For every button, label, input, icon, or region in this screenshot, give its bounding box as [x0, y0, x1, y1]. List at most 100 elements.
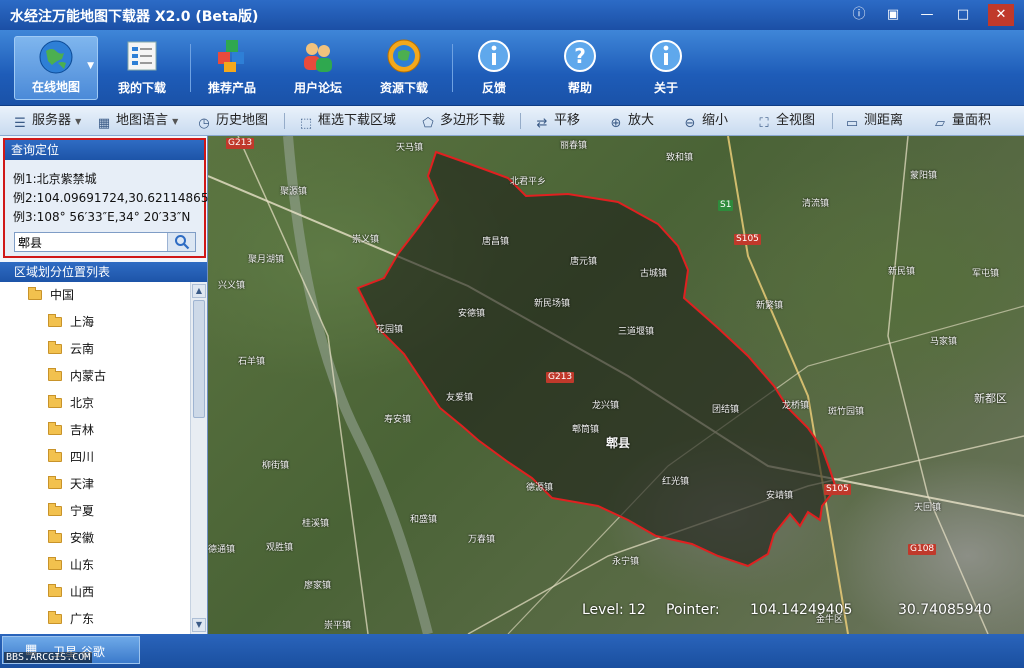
- scroll-thumb[interactable]: [193, 300, 205, 418]
- map-label: 龙桥镇: [782, 401, 810, 411]
- folder-icon: [48, 503, 62, 516]
- globe-icon: [36, 39, 76, 75]
- server-label: 服务器: [32, 113, 72, 128]
- map-label: 清流镇: [802, 199, 830, 209]
- query-example-1: 例1:北京紫禁城: [13, 172, 97, 186]
- online-map-label: 在线地图: [31, 80, 80, 94]
- folder-icon: [48, 422, 62, 435]
- minimize-button[interactable]: —: [914, 4, 940, 26]
- resource-download-label: 资源下载: [379, 81, 428, 95]
- tree-item[interactable]: 山东: [0, 552, 190, 579]
- download-list-icon: [122, 38, 162, 74]
- tree-item-label: 山西: [70, 585, 95, 599]
- level-label: Level:: [582, 602, 624, 618]
- recommended-products-button[interactable]: 推荐产品: [190, 36, 274, 100]
- map-view[interactable]: 天马镇 丽春镇 致和镇 北君平乡 聚源镇 崇义镇 唐昌镇 唐元镇 清流镇 蒙阳镇…: [208, 136, 1024, 634]
- about-label: 关于: [653, 81, 678, 95]
- search-icon: [174, 235, 189, 250]
- search-button[interactable]: [167, 233, 195, 251]
- server-dropdown[interactable]: ☰ 服务器 ▼: [12, 110, 81, 132]
- level-value: 12: [628, 602, 646, 618]
- map-label: 和盛镇: [410, 515, 438, 525]
- tree-item[interactable]: 北京: [0, 390, 190, 417]
- zoom-in-icon: ⊕: [610, 116, 622, 131]
- scroll-up-icon[interactable]: ▲: [192, 284, 206, 298]
- folder-icon: [48, 395, 62, 408]
- tree-item-china[interactable]: 中国: [0, 282, 190, 309]
- tree-scrollbar[interactable]: ▲ ▼: [190, 282, 207, 634]
- tree-item[interactable]: 安徽: [0, 525, 190, 552]
- map-label: 斑竹园镇: [828, 407, 865, 417]
- search-field: [14, 232, 196, 252]
- measure-area-button[interactable]: ▱ 量面积: [932, 110, 991, 132]
- main-toolbar: ▼ 在线地图 我的下载 推荐产品 用户论坛 资源下载 反馈 ? 帮助 关于: [0, 30, 1024, 106]
- map-label: 永宁镇: [612, 557, 640, 567]
- folder-icon: [48, 341, 62, 354]
- full-view-button[interactable]: ⛶ 全视图: [756, 110, 815, 132]
- map-label: 桂溪镇: [302, 519, 330, 529]
- ruler-icon: ▭: [845, 116, 859, 131]
- map-label: 三道堰镇: [618, 327, 655, 337]
- tree-item-label: 内蒙古: [70, 369, 107, 383]
- online-map-button[interactable]: ▼ 在线地图: [14, 36, 98, 100]
- folder-icon: [28, 287, 42, 300]
- history-map-button[interactable]: ◷ 历史地图: [196, 110, 268, 132]
- about-button[interactable]: 关于: [624, 36, 708, 100]
- tree-item-label: 四川: [70, 450, 95, 464]
- map-label: 新民镇: [888, 267, 916, 277]
- map-label: 红光镇: [662, 477, 690, 487]
- tree-item[interactable]: 山西: [0, 579, 190, 606]
- chevron-down-icon[interactable]: ▼: [87, 61, 94, 71]
- users-icon: [298, 38, 338, 74]
- road-badge: G108: [908, 544, 937, 555]
- map-toolbar: ☰ 服务器 ▼ ▦ 地图语言 ▼ ◷ 历史地图 ⬚ 框选下载区域 ⬠ 多边形下载 ⇄ 平移 …: [0, 106, 1024, 136]
- tree-item[interactable]: 吉林: [0, 417, 190, 444]
- tree-item[interactable]: 云南: [0, 336, 190, 363]
- resource-download-button[interactable]: 资源下载: [362, 36, 446, 100]
- info-icon[interactable]: ⓘ: [846, 4, 872, 26]
- measure-distance-button[interactable]: ▭ 测距离: [844, 110, 903, 132]
- search-input[interactable]: [15, 233, 167, 251]
- tree-item[interactable]: 广东: [0, 606, 190, 633]
- help-icon: ?: [560, 38, 600, 74]
- map-label: 致和镇: [666, 153, 694, 163]
- map-label: 聚月湖镇: [248, 255, 285, 265]
- pan-button[interactable]: ⇄ 平移: [534, 110, 580, 132]
- tree-item-label: 天津: [70, 477, 95, 491]
- pan-label: 平移: [554, 113, 581, 128]
- map-language-dropdown[interactable]: ▦ 地图语言 ▼: [96, 110, 178, 132]
- zoom-out-icon: ⊖: [684, 116, 696, 131]
- tree-item[interactable]: 宁夏: [0, 498, 190, 525]
- feedback-button[interactable]: 反馈: [452, 36, 536, 100]
- user-forum-button[interactable]: 用户论坛: [276, 36, 360, 100]
- skin-menu-button[interactable]: ▣: [880, 4, 906, 26]
- box-select-download-button[interactable]: ⬚ 框选下载区域: [298, 110, 396, 132]
- road-badge: S1: [718, 200, 734, 211]
- tree-item[interactable]: 天津: [0, 471, 190, 498]
- measure-area-label: 量面积: [952, 113, 992, 128]
- svg-text:?: ?: [574, 44, 586, 68]
- tree-item-label: 山东: [70, 558, 95, 572]
- map-label: 天马镇: [396, 143, 424, 153]
- tree-item[interactable]: 四川: [0, 444, 190, 471]
- polygon-download-button[interactable]: ⬠ 多边形下载: [420, 110, 505, 132]
- folder-icon: [48, 476, 62, 489]
- map-label: 新繁镇: [756, 301, 784, 311]
- zoom-in-button[interactable]: ⊕ 放大: [608, 110, 654, 132]
- toolbar-divider: [832, 113, 833, 129]
- map-label: 观胜镇: [266, 543, 294, 553]
- map-label: 万春镇: [468, 535, 496, 545]
- help-label: 帮助: [567, 81, 592, 95]
- zoom-out-button[interactable]: ⊖ 缩小: [682, 110, 728, 132]
- left-panel: 查询定位 例1:北京紫禁城 例2:104.09691724,30.6211486…: [0, 136, 208, 634]
- help-button[interactable]: ? 帮助: [538, 36, 622, 100]
- feedback-label: 反馈: [481, 81, 506, 95]
- my-downloads-button[interactable]: 我的下载: [100, 36, 184, 100]
- full-view-label: 全视图: [776, 113, 816, 128]
- scroll-down-icon[interactable]: ▼: [192, 618, 206, 632]
- maximize-button[interactable]: □: [950, 4, 976, 26]
- tree-item[interactable]: 上海: [0, 309, 190, 336]
- map-label: 廖家镇: [304, 581, 332, 591]
- tree-item[interactable]: 内蒙古: [0, 363, 190, 390]
- close-button[interactable]: ✕: [988, 4, 1014, 26]
